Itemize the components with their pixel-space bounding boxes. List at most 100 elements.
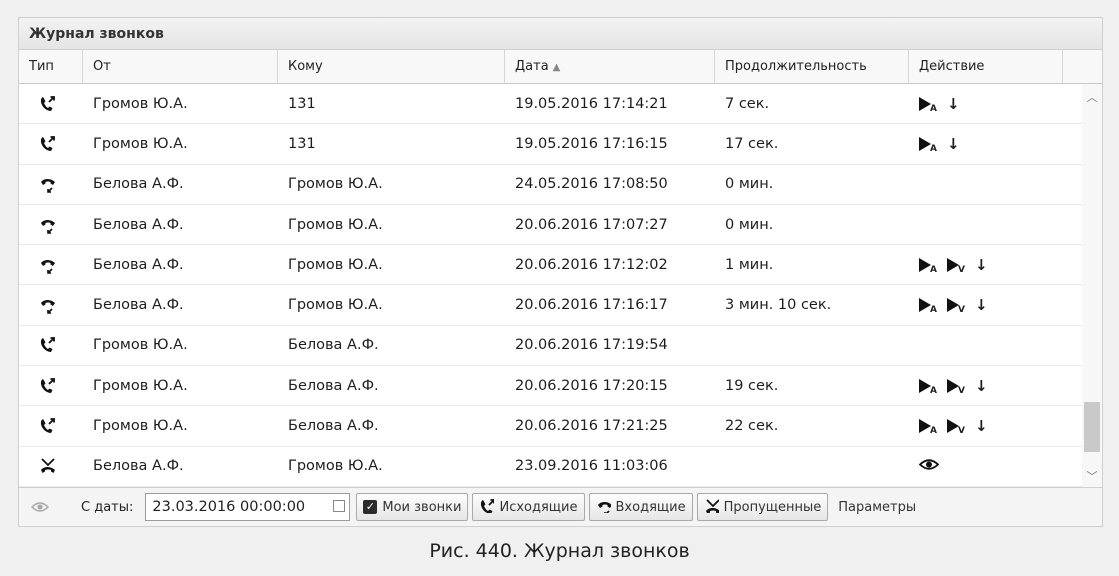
callee-cell: Громов Ю.А.	[288, 297, 383, 314]
duration-cell: 0 мин.	[725, 216, 774, 233]
table-row[interactable]: Белова А.Ф. Громов Ю.А. 24.05.2016 17:08:5…	[19, 165, 1082, 205]
download-icon[interactable]: ↓	[975, 298, 988, 312]
table-row[interactable]: Громов Ю.А. Белова А.Ф. 20.06.2016 17:21:2…	[19, 406, 1082, 447]
incoming-call-icon	[596, 498, 612, 517]
missed-call-icon	[704, 498, 720, 517]
outgoing-call-icon	[39, 417, 83, 435]
download-icon[interactable]: ↓	[947, 137, 960, 151]
table-row[interactable]: Громов Ю.А. 131 19.05.2016 17:14:21 7 сек. A…	[19, 84, 1082, 125]
view-icon[interactable]	[918, 458, 940, 475]
download-icon[interactable]: ↓	[975, 379, 988, 393]
missed-label: Пропущенные	[723, 499, 822, 515]
date-cell: 20.06.2016 17:12:02	[515, 256, 668, 273]
date-cell: 23.09.2016 11:03:06	[515, 458, 668, 475]
call-type-cell	[19, 175, 83, 194]
play-audio-icon[interactable]: A	[919, 419, 937, 434]
caller-cell: Громов Ю.А.	[93, 418, 188, 435]
callee-cell: Белова А.Ф.	[288, 377, 379, 394]
scroll-up-icon[interactable]: ︿	[1082, 88, 1102, 108]
eye-icon	[31, 502, 49, 512]
play-audio-icon[interactable]: A	[919, 136, 937, 151]
caller-cell: Громов Ю.А.	[93, 95, 188, 112]
date-cell: 19.05.2016 17:16:15	[515, 135, 668, 152]
calendar-icon[interactable]	[333, 500, 346, 512]
play-audio-icon[interactable]: A	[919, 96, 937, 111]
callee-cell: Громов Ю.А.	[288, 256, 383, 273]
table-row[interactable]: Белова А.Ф. Громов Ю.А. 20.06.2016 17:16:1…	[19, 285, 1082, 326]
incoming-filter-button[interactable]: Входящие	[588, 493, 693, 521]
actions-cell: A V ↓	[909, 298, 1063, 313]
play-video-icon[interactable]: V	[946, 298, 965, 313]
scroll-thumb[interactable]	[1084, 402, 1100, 452]
callee-cell: Белова А.Ф.	[288, 337, 379, 354]
callee-cell: Белова А.Ф.	[288, 418, 379, 435]
duration-cell: 0 мин.	[725, 176, 774, 193]
callee-cell: 131	[288, 135, 316, 152]
actions-cell	[909, 458, 1063, 475]
outgoing-call-icon	[479, 498, 496, 517]
download-icon[interactable]: ↓	[975, 419, 988, 433]
column-header-action[interactable]: Действие	[909, 50, 1063, 84]
figure-caption: Рис. 440. Журнал звонков	[429, 540, 690, 562]
incoming-call-icon	[39, 256, 83, 274]
table-row[interactable]: Громов Ю.А. Белова А.Ф. 20.06.2016 17:19:5…	[19, 326, 1082, 367]
call-type-cell	[19, 135, 83, 153]
download-icon[interactable]: ↓	[947, 97, 960, 111]
call-log-panel: Журнал звонков Тип От Кому Дата ▲ Продолж…	[18, 17, 1103, 527]
play-video-icon[interactable]: V	[946, 257, 965, 272]
duration-cell: 22 сек.	[725, 418, 779, 435]
call-type-cell	[19, 296, 83, 314]
sort-ascending-icon: ▲	[552, 62, 561, 73]
filter-toolbar: С даты: 23.03.2016 00:00:00 ✓ Мои звонки…	[19, 487, 1102, 526]
caller-cell: Белова А.Ф.	[93, 458, 184, 475]
date-cell: 19.05.2016 17:14:21	[515, 95, 668, 112]
table-row[interactable]: Белова А.Ф. Громов Ю.А. 20.06.2016 17:07:2…	[19, 205, 1082, 246]
column-header-date-label: Дата	[515, 59, 549, 74]
parameters-link[interactable]: Параметры	[838, 500, 916, 515]
duration-cell: 7 сек.	[725, 95, 770, 112]
play-audio-icon[interactable]: A	[919, 298, 937, 313]
date-cell: 20.06.2016 17:21:25	[515, 418, 668, 435]
callee-cell: Громов Ю.А.	[288, 458, 383, 475]
date-cell: 20.06.2016 17:19:54	[515, 337, 668, 354]
table-row[interactable]: Громов Ю.А. 131 19.05.2016 17:16:15 17 сек.…	[19, 124, 1082, 165]
column-header-date[interactable]: Дата ▲	[505, 50, 715, 84]
date-from-label: С даты:	[81, 499, 134, 515]
caller-cell: Громов Ю.А.	[93, 377, 188, 394]
outgoing-call-icon	[39, 336, 83, 354]
date-cell: 20.06.2016 17:07:27	[515, 216, 668, 233]
actions-cell: A V ↓	[909, 378, 1063, 393]
date-from-value: 23.03.2016 00:00:00	[152, 499, 306, 515]
call-type-cell	[19, 95, 83, 113]
table-row[interactable]: Белова А.Ф. Громов Ю.А. 23.09.2016 11:03:0…	[19, 447, 1082, 487]
duration-cell: 19 сек.	[725, 377, 779, 394]
outgoing-call-icon	[39, 377, 83, 395]
download-icon[interactable]: ↓	[975, 258, 988, 272]
caller-cell: Белова А.Ф.	[93, 176, 184, 193]
duration-cell: 1 мин.	[725, 256, 774, 273]
column-header-from[interactable]: От	[83, 50, 278, 84]
incoming-call-icon	[39, 175, 83, 194]
date-cell: 20.06.2016 17:20:15	[515, 377, 668, 394]
vertical-scrollbar[interactable]: ︿ ﹀	[1082, 84, 1102, 487]
missed-call-icon	[39, 457, 83, 475]
caller-cell: Белова А.Ф.	[93, 216, 184, 233]
call-type-cell	[19, 377, 83, 395]
play-video-icon[interactable]: V	[946, 419, 965, 434]
my-calls-button[interactable]: ✓ Мои звонки	[356, 493, 469, 521]
play-audio-icon[interactable]: A	[919, 378, 937, 393]
table-row[interactable]: Громов Ю.А. Белова А.Ф. 20.06.2016 17:20:1…	[19, 366, 1082, 407]
column-header-duration[interactable]: Продолжительность	[715, 50, 909, 84]
caller-cell: Белова А.Ф.	[93, 297, 184, 314]
toggle-view-button[interactable]	[27, 494, 53, 520]
table-row[interactable]: Белова А.Ф. Громов Ю.А. 20.06.2016 17:12:0…	[19, 245, 1082, 286]
date-from-input[interactable]: 23.03.2016 00:00:00	[145, 493, 351, 521]
play-audio-icon[interactable]: A	[919, 257, 937, 272]
outgoing-filter-button[interactable]: Исходящие	[472, 493, 585, 521]
play-video-icon[interactable]: V	[946, 378, 965, 393]
column-header-type[interactable]: Тип	[19, 50, 83, 84]
scroll-down-icon[interactable]: ﹀	[1082, 467, 1102, 487]
missed-filter-button[interactable]: Пропущенные	[696, 493, 829, 521]
column-header-to[interactable]: Кому	[278, 50, 505, 84]
my-calls-label: Мои звонки	[382, 499, 462, 515]
